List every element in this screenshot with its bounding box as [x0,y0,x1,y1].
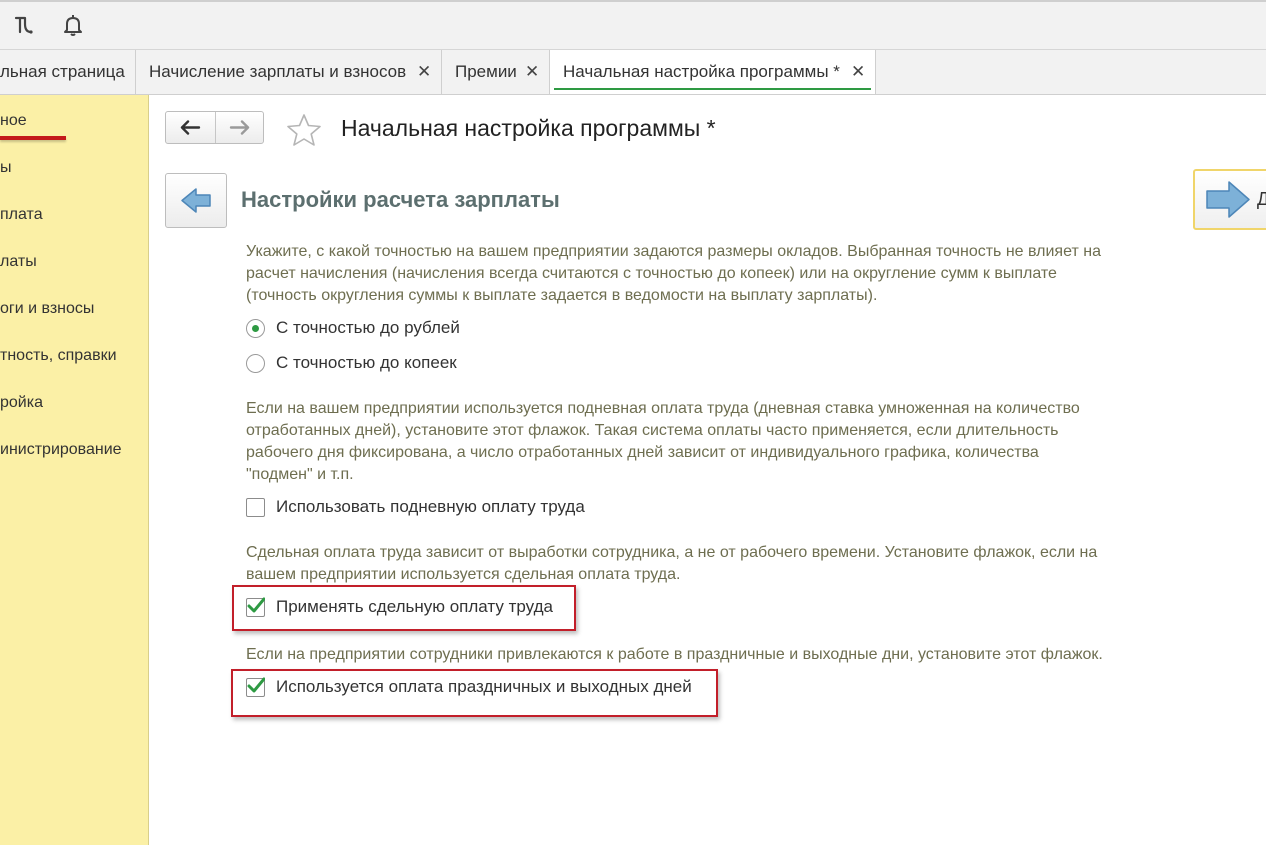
active-tab-indicator [554,88,871,90]
star-icon[interactable] [286,113,322,152]
hint-line: рабочего дня фиксирована, а число отрабо… [246,444,1039,461]
daily-pay-hint: Если на вашем предприятии используется п… [246,398,1080,486]
checkmark-icon [247,677,265,693]
history-icon[interactable] [11,12,37,38]
piecework-label[interactable]: Применять сдельную оплату труда [276,597,553,617]
hint-line: "подмен" и т.п. [246,466,354,483]
checkbox-unchecked[interactable] [246,498,265,517]
arrow-right-icon [1206,181,1250,218]
bell-icon[interactable] [60,12,86,38]
back-button[interactable] [166,112,215,143]
checkmark-icon [247,597,265,613]
tab-bonuses[interactable]: Премии ✕ [442,50,550,94]
hint-line: вашем предприятии используется сдельная … [246,566,681,583]
holiday-pay-label[interactable]: Используется оплата праздничных и выходн… [276,677,692,697]
radio-button-selected[interactable] [246,319,265,338]
tab-home[interactable]: льная страница [0,50,136,94]
hint-line: отработанных дней), установите этот флаж… [246,422,1059,439]
tab-payroll[interactable]: Начисление зарплаты и взносов ✕ [136,50,442,94]
sidebar-item-settings[interactable]: ройка [0,394,43,412]
precision-hint: Укажите, с какой точностью на вашем пред… [246,241,1101,307]
active-section-marker [0,136,66,140]
checkbox-checked[interactable] [246,597,265,617]
holiday-hint: Если на предприятии сотрудники привлекаю… [246,644,1103,666]
history-nav [165,111,264,144]
section-title: Настройки расчета зарплаты [241,187,560,212]
close-icon[interactable]: ✕ [525,50,539,94]
arrow-right-icon [229,120,250,135]
sidebar-item-staff[interactable]: ы [0,159,12,177]
close-icon[interactable]: ✕ [417,50,431,94]
sidebar-item-admin[interactable]: инистрирование [0,441,122,459]
page-title: Начальная настройка программы * [341,115,716,141]
top-toolbar [0,0,1266,50]
sidebar: ное ы плата латы оги и взносы тность, сп… [0,95,149,845]
radio-rubles-label[interactable]: С точностью до рублей [276,318,460,338]
tab-bar: льная страница Начисление зарплаты и взн… [0,50,1266,95]
radio-button[interactable] [246,354,265,373]
next-step-label: Д [1257,189,1266,209]
sidebar-item-salary[interactable]: плата [0,206,43,224]
forward-button[interactable] [216,112,265,143]
tab-label: Премии [455,62,517,81]
sidebar-item-taxes[interactable]: оги и взносы [0,300,94,318]
hint-line: Если на предприятии сотрудники привлекаю… [246,646,1103,663]
hint-line: расчет начисления (начисления всегда счи… [246,265,1057,282]
sidebar-item-payments[interactable]: латы [0,253,37,271]
sidebar-item-reports[interactable]: тность, справки [0,347,117,365]
sidebar-item-main[interactable]: ное [0,112,27,130]
tab-label: льная страница [0,62,125,81]
previous-step-button[interactable] [165,173,227,228]
radio-kopecks-label[interactable]: С точностью до копеек [276,353,457,373]
piecework-hint: Сдельная оплата труда зависит от выработ… [246,542,1097,586]
checkbox-checked[interactable] [246,677,265,697]
arrow-left-icon [181,188,211,213]
hint-line: Сдельная оплата труда зависит от выработ… [246,544,1098,561]
tab-initial-setup[interactable]: Начальная настройка программы * ✕ [550,50,876,94]
daily-pay-label[interactable]: Использовать подневную оплату труда [276,497,585,517]
arrow-left-icon [180,120,201,135]
tab-label: Начисление зарплаты и взносов [149,62,407,81]
hint-line: Если на вашем предприятии используется п… [246,400,1080,417]
next-step-button[interactable]: Д [1193,169,1266,230]
hint-line: Укажите, с какой точностью на вашем пред… [246,243,1101,260]
hint-line: (точность округления суммы к выплате зад… [246,287,878,304]
